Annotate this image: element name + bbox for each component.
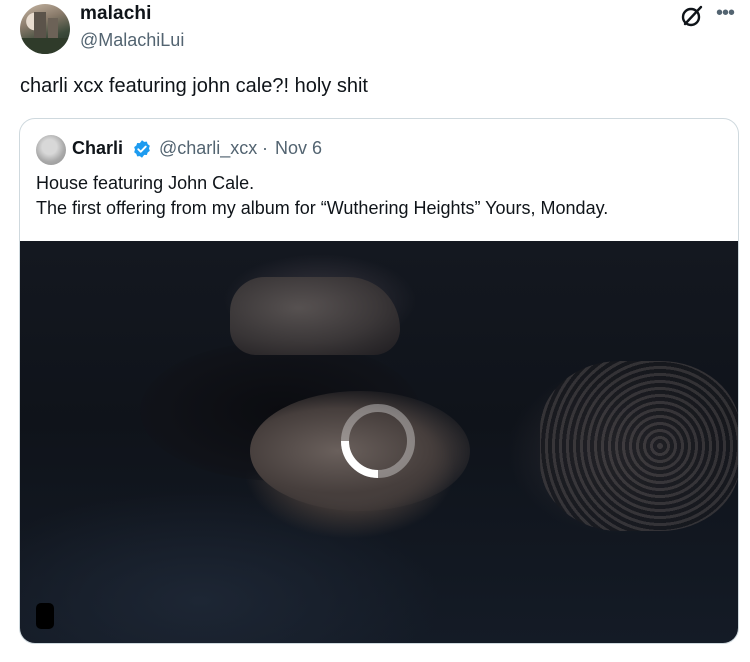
video-frame-lace <box>540 361 738 531</box>
author-handle[interactable]: @MalachiLui <box>80 30 184 51</box>
quoted-tweet-date[interactable]: Nov 6 <box>275 138 322 159</box>
avatar-trees <box>20 38 70 54</box>
author-avatar[interactable] <box>20 4 70 54</box>
quoted-author-avatar[interactable] <box>36 135 66 165</box>
quoted-author-name[interactable]: Charli <box>72 138 123 159</box>
quoted-tweet[interactable]: Charli @charli_xcx · Nov 6 House featuri… <box>19 118 739 644</box>
more-icon[interactable]: ••• <box>716 2 735 25</box>
quoted-tweet-text-line: The first offering from my album for “Wu… <box>36 198 609 218</box>
quoted-tweet-text-line: House featuring John Cale. <box>36 173 255 193</box>
video-frame-hand <box>230 277 400 355</box>
verified-badge-icon <box>134 140 150 158</box>
quoted-tweet-video[interactable] <box>20 241 738 643</box>
grok-icon[interactable] <box>680 4 704 28</box>
quoted-author-handle[interactable]: @charli_xcx <box>159 138 257 159</box>
video-control-icon[interactable] <box>36 603 54 629</box>
loading-spinner-icon <box>341 404 415 478</box>
tweet-text: charli xcx featuring john cale?! holy sh… <box>20 75 368 97</box>
separator-dot: · <box>262 138 268 158</box>
author-display-name[interactable]: malachi <box>80 3 151 25</box>
